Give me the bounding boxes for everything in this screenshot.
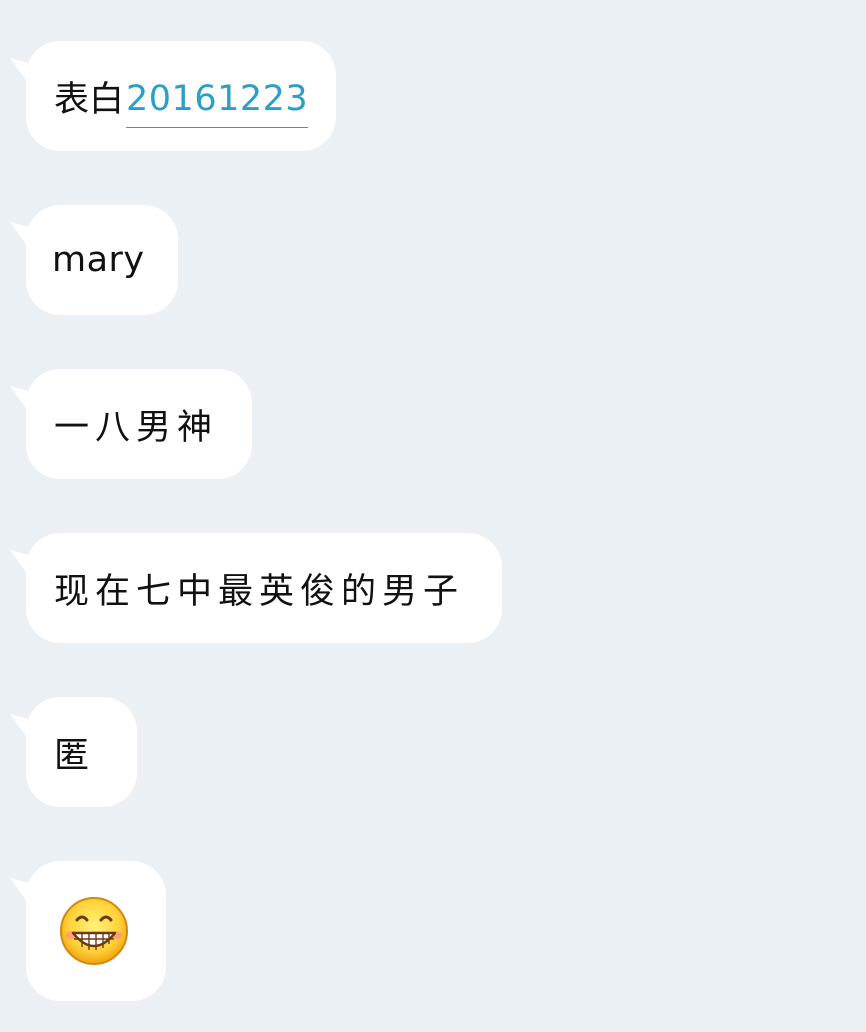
message-bubble[interactable]: mary bbox=[26, 205, 178, 315]
message-text: 现在七中最英俊的男子 bbox=[54, 571, 465, 612]
message-bubble[interactable]: 现在七中最英俊的男子 bbox=[26, 533, 502, 643]
message-text: 一八男神 bbox=[54, 407, 219, 448]
grinning-face-emoji bbox=[60, 897, 128, 965]
message-bubble[interactable]: 表白 20161223 bbox=[26, 41, 336, 151]
message-bubble[interactable]: 匿 bbox=[26, 697, 137, 807]
message-bubble[interactable] bbox=[26, 861, 166, 1001]
date-link[interactable]: 20161223 bbox=[126, 79, 309, 128]
message-text: 匿 bbox=[54, 735, 90, 776]
message-bubble[interactable]: 一八男神 bbox=[26, 369, 252, 479]
chat-message-list[interactable]: 表白 20161223 mary 一八男神 现在七中最英俊的男子 匿 bbox=[0, 0, 866, 1032]
message-text: 表白 bbox=[54, 79, 125, 120]
message-text: mary bbox=[52, 240, 145, 280]
